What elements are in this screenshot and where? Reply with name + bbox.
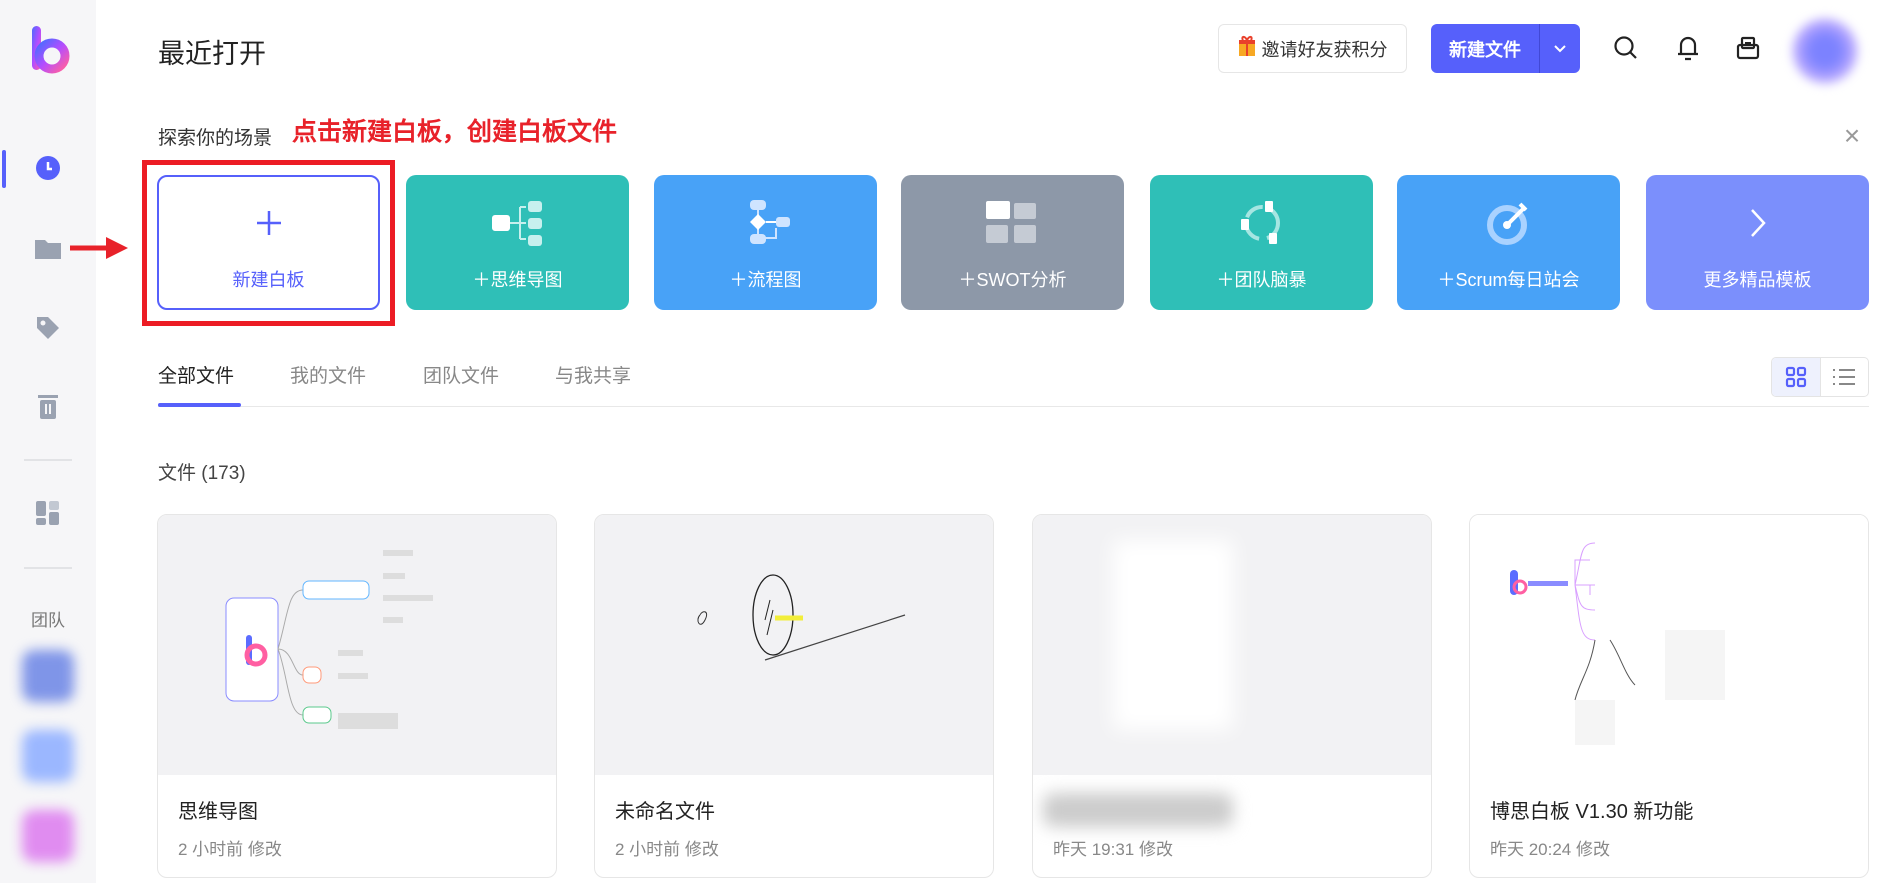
active-indicator — [2, 150, 6, 188]
close-icon[interactable]: × — [1838, 122, 1866, 150]
card-label: ＋思维导图 — [472, 269, 563, 290]
tab-shared-with-me[interactable]: 与我共享 — [555, 361, 631, 388]
file-card[interactable]: 未命名文件 2 小时前 修改 — [594, 514, 994, 878]
active-tab-underline — [158, 403, 241, 407]
file-name: 未命名文件 — [615, 801, 715, 823]
invite-friends-button[interactable]: 邀请好友获积分 — [1218, 24, 1407, 73]
list-view-icon[interactable] — [1821, 358, 1869, 396]
page-title: 最近打开 — [158, 39, 266, 69]
card-label: ＋Scrum每日站会 — [1437, 269, 1580, 290]
mindmap-template-card[interactable]: ＋思维导图 — [406, 175, 629, 310]
mindmap-preview — [225, 550, 433, 729]
divider — [24, 567, 72, 569]
flowchart-template-card[interactable]: ＋流程图 — [654, 175, 877, 310]
tag-icon[interactable] — [30, 310, 66, 346]
file-modified: 昨天 20:24 修改 — [1490, 840, 1610, 859]
blurred-file-name — [1043, 793, 1233, 827]
team-avatar[interactable] — [22, 730, 74, 782]
explore-title: 探索你的场景 — [158, 128, 273, 149]
team-avatar[interactable] — [22, 650, 74, 702]
file-thumbnail — [1470, 515, 1868, 775]
sketch-preview — [697, 574, 906, 661]
card-label: ＋团队脑暴 — [1216, 269, 1307, 290]
swot-template-card[interactable]: ＋SWOT分析 — [901, 175, 1124, 310]
file-card[interactable]: 博思白板 V1.30 新功能 昨天 20:24 修改 — [1469, 514, 1869, 878]
file-count: 文件 (173) — [158, 463, 246, 484]
mindmap-icon — [490, 194, 546, 252]
chevron-down-icon[interactable] — [1540, 24, 1580, 73]
annotation-text: 点击新建白板，创建白板文件 — [292, 118, 618, 146]
recent-clock-icon[interactable] — [30, 150, 66, 186]
bell-icon[interactable] — [1672, 32, 1704, 64]
user-avatar[interactable] — [1792, 18, 1858, 84]
scrum-template-card[interactable]: ＋Scrum每日站会 — [1397, 175, 1620, 310]
trash-icon[interactable] — [30, 388, 66, 424]
card-label: 更多精品模板 — [1703, 269, 1812, 290]
file-modified: 昨天 19:31 修改 — [1053, 840, 1173, 859]
file-modified: 2 小时前 修改 — [178, 840, 282, 859]
app-logo[interactable] — [28, 24, 72, 76]
chevron-right-icon — [1748, 194, 1768, 252]
inbox-icon[interactable] — [1732, 32, 1764, 64]
annotation-arrow-icon — [70, 237, 128, 259]
grid-view-icon[interactable] — [1772, 358, 1821, 396]
swot-grid-icon — [985, 194, 1040, 252]
file-thumbnail — [595, 515, 993, 775]
team-avatar[interactable] — [22, 810, 74, 862]
tab-divider — [158, 406, 1869, 407]
tab-all-files[interactable]: 全部文件 — [158, 361, 234, 388]
folder-icon[interactable] — [30, 230, 66, 266]
target-icon — [1486, 194, 1532, 252]
card-label: ＋SWOT分析 — [958, 269, 1067, 290]
file-thumbnail — [1033, 515, 1431, 775]
invite-label: 邀请好友获积分 — [1261, 39, 1388, 60]
gift-icon — [1238, 35, 1256, 62]
flowchart-icon — [740, 194, 792, 252]
file-name: 博思白板 V1.30 新功能 — [1490, 801, 1694, 823]
feature-map-preview — [1510, 542, 1725, 745]
file-modified: 2 小时前 修改 — [615, 840, 719, 859]
view-toggle — [1771, 357, 1869, 397]
card-label: ＋流程图 — [729, 269, 802, 290]
tab-team-files[interactable]: 团队文件 — [423, 361, 499, 388]
file-thumbnail — [158, 515, 556, 775]
search-icon[interactable] — [1610, 32, 1642, 64]
file-card[interactable]: 昨天 19:31 修改 — [1032, 514, 1432, 878]
new-file-button[interactable]: 新建文件 — [1431, 24, 1580, 73]
divider — [24, 459, 72, 461]
team-label: 团队 — [31, 611, 65, 630]
file-name: 思维导图 — [178, 801, 258, 823]
new-file-label[interactable]: 新建文件 — [1431, 24, 1540, 73]
file-card[interactable]: 思维导图 2 小时前 修改 — [157, 514, 557, 878]
blurred-preview — [1113, 540, 1233, 730]
more-templates-card[interactable]: 更多精品模板 — [1646, 175, 1869, 310]
brainstorm-template-card[interactable]: ＋团队脑暴 — [1150, 175, 1373, 310]
brainstorm-icon — [1239, 194, 1285, 252]
sidebar: 团队 — [0, 0, 96, 883]
annotation-highlight-box — [142, 160, 395, 326]
tab-my-files[interactable]: 我的文件 — [290, 361, 366, 388]
templates-icon[interactable] — [30, 495, 66, 531]
